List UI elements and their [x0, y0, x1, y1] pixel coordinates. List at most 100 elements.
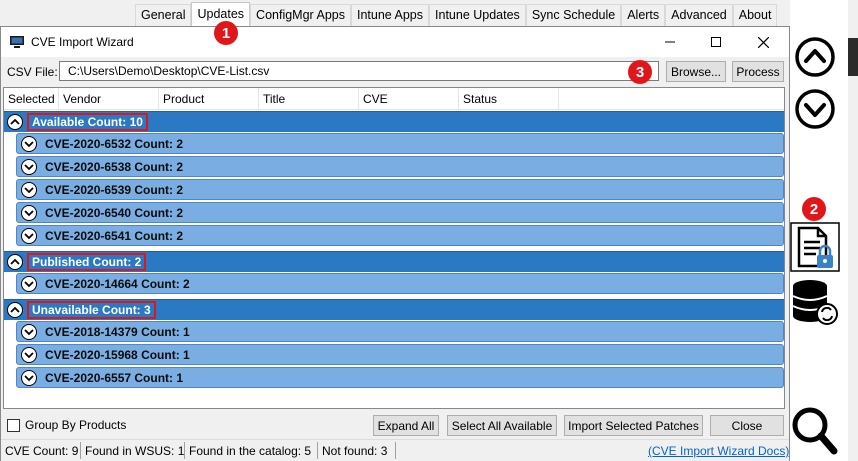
tab-sync-schedule[interactable]: Sync Schedule — [525, 4, 622, 26]
cve-row[interactable]: CVE-2020-14664 Count: 2 — [16, 273, 784, 294]
chevron-down-icon — [24, 329, 34, 336]
status-cve-count: CVE Count: 9 — [5, 444, 79, 458]
callout-marker-1: 1 — [214, 21, 238, 45]
group-label: Available Count: 10 — [27, 113, 148, 131]
browse-button[interactable]: Browse... — [666, 61, 726, 82]
cve-row-label: CVE-2020-15968 Count: 1 — [45, 348, 190, 362]
group-header-available[interactable]: Available Count: 10 — [4, 111, 784, 132]
expand-row-button[interactable] — [21, 347, 37, 363]
expand-all-button[interactable]: Expand All — [373, 415, 439, 436]
chevron-down-icon — [24, 233, 34, 240]
group-by-products-label[interactable]: Group By Products — [25, 418, 126, 432]
database-sync-button[interactable] — [790, 278, 840, 326]
close-button[interactable]: Close — [710, 415, 784, 436]
status-not-found: Not found: 3 — [322, 444, 388, 458]
process-button[interactable]: Process — [732, 61, 784, 82]
cve-row[interactable]: CVE-2020-15968 Count: 1 — [16, 344, 784, 365]
csv-file-label: CSV File: — [7, 65, 58, 79]
csv-file-row: CSV File: C:\Users\Demo\Desktop\CVE-List… — [1, 60, 789, 82]
cve-row-label: CVE-2020-6539 Count: 2 — [45, 183, 184, 197]
expand-row-button[interactable] — [21, 205, 37, 221]
tab-configmgr-apps[interactable]: ConfigMgr Apps — [250, 4, 351, 26]
chevron-up-icon — [10, 258, 20, 265]
tab-intune-apps[interactable]: Intune Apps — [350, 4, 430, 26]
tab-about[interactable]: About — [732, 4, 778, 26]
cve-row-label: CVE-2018-14379 Count: 1 — [45, 325, 190, 339]
status-found-wsus: Found in WSUS: 1 — [85, 444, 185, 458]
maximize-button[interactable] — [693, 27, 739, 57]
cve-row-label: CVE-2020-6557 Count: 1 — [45, 371, 184, 385]
cve-import-button[interactable] — [790, 222, 840, 272]
group-header-unavailable[interactable]: Unavailable Count: 3 — [4, 299, 784, 320]
status-bar: CVE Count: 9 Found in WSUS: 1 Found in t… — [1, 439, 789, 461]
tab-general[interactable]: General — [135, 4, 192, 26]
title-bar: CVE Import Wizard — [1, 27, 789, 57]
close-window-button[interactable] — [740, 27, 786, 57]
import-selected-patches-button[interactable]: Import Selected Patches — [564, 415, 703, 436]
chevron-down-icon — [24, 164, 34, 171]
docs-link[interactable]: (CVE Import Wizard Docs) — [648, 444, 789, 458]
chevron-down-icon — [24, 210, 34, 217]
cve-row[interactable]: CVE-2020-6539 Count: 2 — [16, 179, 784, 200]
document-lock-icon — [790, 222, 840, 272]
cve-row-label: CVE-2020-6541 Count: 2 — [45, 229, 184, 243]
select-all-available-button[interactable]: Select All Available — [447, 415, 557, 436]
minimize-icon — [665, 41, 675, 43]
chevron-down-icon — [24, 281, 34, 288]
tab-advanced[interactable]: Advanced — [665, 4, 733, 26]
group-header-published[interactable]: Published Count: 2 — [4, 251, 784, 272]
column-header-status[interactable]: Status — [459, 88, 559, 110]
tab-alerts[interactable]: Alerts — [621, 4, 666, 26]
cve-row-label: CVE-2020-6538 Count: 2 — [45, 160, 184, 174]
cve-row-label: CVE-2020-14664 Count: 2 — [45, 277, 190, 291]
column-header-title[interactable]: Title — [259, 88, 359, 110]
cve-import-wizard-dialog: CVE Import Wizard CSV File: C:\Users\Dem… — [0, 26, 790, 461]
collapse-group-button[interactable] — [7, 254, 23, 270]
chevron-down-icon — [24, 352, 34, 359]
minimize-button[interactable] — [647, 27, 693, 57]
csv-file-path-input[interactable]: C:\Users\Demo\Desktop\CVE-List.csv — [59, 61, 659, 81]
right-edge — [848, 0, 858, 461]
chevron-down-circle-icon — [795, 89, 835, 129]
cve-row[interactable]: CVE-2020-6532 Count: 2 — [16, 133, 784, 154]
expand-row-button[interactable] — [21, 324, 37, 340]
chevron-down-icon — [24, 375, 34, 382]
cve-row[interactable]: CVE-2020-6541 Count: 2 — [16, 225, 784, 246]
collapse-group-button[interactable] — [7, 114, 23, 130]
close-icon — [757, 36, 769, 48]
main-tab-strip: General Updates ConfigMgr Apps Intune Ap… — [0, 0, 790, 26]
right-sidebar — [790, 0, 848, 461]
expand-row-button[interactable] — [21, 370, 37, 386]
chevron-down-icon — [24, 141, 34, 148]
scroll-down-button[interactable] — [790, 88, 840, 130]
tab-intune-updates[interactable]: Intune Updates — [429, 4, 526, 26]
cve-row[interactable]: CVE-2020-6557 Count: 1 — [16, 367, 784, 388]
column-header-vendor[interactable]: Vendor — [59, 88, 159, 110]
expand-row-button[interactable] — [21, 159, 37, 175]
collapse-group-button[interactable] — [7, 302, 23, 318]
chevron-down-icon — [24, 187, 34, 194]
scroll-up-button[interactable] — [790, 36, 840, 78]
dialog-title: CVE Import Wizard — [31, 35, 134, 49]
cve-grid[interactable]: Selected Vendor Product Title CVE Status… — [3, 87, 785, 409]
expand-row-button[interactable] — [21, 136, 37, 152]
database-sync-icon — [792, 280, 838, 325]
expand-row-button[interactable] — [21, 228, 37, 244]
chevron-up-icon — [10, 118, 20, 125]
search-icon — [792, 407, 838, 455]
bottom-action-bar: Group By Products Expand All Select All … — [1, 412, 789, 438]
cve-row[interactable]: CVE-2020-6538 Count: 2 — [16, 156, 784, 177]
maximize-icon — [711, 37, 721, 47]
group-label: Unavailable Count: 3 — [27, 301, 156, 319]
window-app-icon — [10, 36, 24, 48]
cve-row[interactable]: CVE-2018-14379 Count: 1 — [16, 321, 784, 342]
expand-row-button[interactable] — [21, 182, 37, 198]
cve-row[interactable]: CVE-2020-6540 Count: 2 — [16, 202, 784, 223]
group-by-products-checkbox[interactable] — [7, 419, 20, 432]
expand-row-button[interactable] — [21, 276, 37, 292]
search-button[interactable] — [790, 405, 840, 457]
column-header-product[interactable]: Product — [159, 88, 259, 110]
column-header-cve[interactable]: CVE — [359, 88, 459, 110]
callout-marker-2: 2 — [802, 197, 826, 221]
column-header-selected[interactable]: Selected — [4, 88, 59, 110]
